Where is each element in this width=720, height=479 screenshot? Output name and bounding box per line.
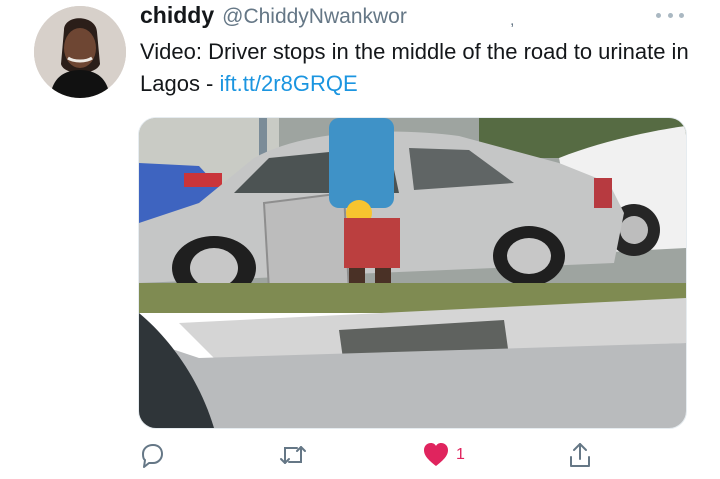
retweet-icon: [280, 446, 306, 464]
tweet-media-image[interactable]: [138, 117, 687, 429]
share-button[interactable]: [566, 438, 594, 472]
user-handle[interactable]: @ChiddyNwankwor: [222, 5, 407, 29]
reply-icon: [142, 444, 163, 468]
like-button[interactable]: 1: [422, 438, 465, 472]
reply-button[interactable]: [138, 438, 166, 472]
photo-illustration: [139, 118, 686, 428]
tweet-header: chiddy @ChiddyNwankwor: [140, 2, 680, 32]
dot-icon: [679, 12, 684, 18]
display-name[interactable]: chiddy: [140, 2, 214, 29]
heart-icon: [424, 443, 448, 466]
stray-mark: ,: [510, 12, 515, 29]
dot-icon: [656, 12, 661, 18]
tweet-text: Video: Driver stops in the middle of the…: [140, 36, 700, 100]
tweet-link[interactable]: ift.tt/2r8GRQE: [220, 71, 358, 96]
avatar[interactable]: [34, 6, 126, 98]
retweet-button[interactable]: [278, 438, 308, 472]
dot-icon: [667, 12, 673, 18]
share-icon: [570, 443, 590, 467]
more-options-button[interactable]: [656, 6, 684, 24]
tweet-actions: 1: [138, 438, 598, 472]
like-count: 1: [456, 446, 465, 463]
